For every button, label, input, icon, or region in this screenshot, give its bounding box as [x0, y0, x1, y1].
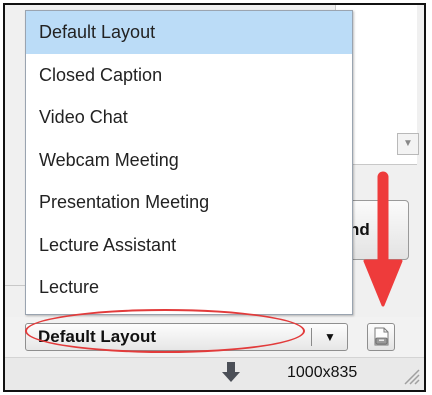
layout-option-default-layout[interactable]: Default Layout: [26, 11, 352, 54]
layout-option-lecture[interactable]: Lecture: [26, 266, 352, 309]
highlight-circle-annotation: [25, 309, 305, 353]
layout-dropdown-list: Default Layout Closed Caption Video Chat…: [25, 10, 353, 315]
save-layout-icon: [374, 327, 389, 346]
app-window: ▼ nd Default Layout Closed Caption Video…: [3, 3, 426, 392]
red-arrow-annotation: [363, 171, 403, 307]
chevron-down-icon[interactable]: ▼: [319, 324, 341, 350]
layout-option-lecture-assistant[interactable]: Lecture Assistant: [26, 224, 352, 267]
down-arrow-icon[interactable]: [221, 361, 241, 383]
resolution-readout: 1000x835: [287, 364, 358, 381]
resize-grip-icon[interactable]: [400, 365, 420, 385]
layout-option-webcam-meeting[interactable]: Webcam Meeting: [26, 139, 352, 182]
select-divider: [311, 328, 312, 346]
layout-option-closed-caption[interactable]: Closed Caption: [26, 54, 352, 97]
layout-option-presentation-meeting[interactable]: Presentation Meeting: [26, 181, 352, 224]
save-layout-button[interactable]: [367, 323, 395, 351]
layout-option-video-chat[interactable]: Video Chat: [26, 96, 352, 139]
status-bar: 1000x835: [5, 357, 424, 390]
scroll-down-button[interactable]: ▼: [397, 133, 419, 155]
